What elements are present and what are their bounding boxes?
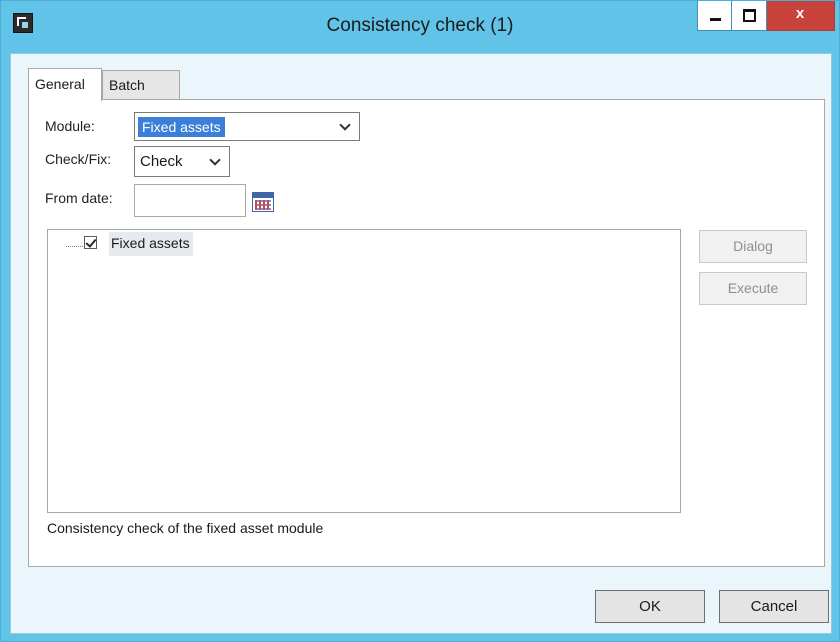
general-tab-panel: Module: Fixed assets Check/Fix: Check Fr… [28, 99, 825, 567]
minimize-button[interactable] [697, 1, 732, 31]
dialog-button[interactable]: Dialog [699, 230, 807, 263]
ok-button[interactable]: OK [595, 590, 705, 623]
close-button[interactable]: x [767, 1, 835, 31]
chevron-down-icon [209, 154, 221, 166]
dialog-client-area: General Batch Module: Fixed assets Check… [10, 53, 832, 634]
module-description: Consistency check of the fixed asset mod… [47, 520, 324, 536]
close-icon: x [795, 5, 805, 22]
module-selected-value: Fixed assets [138, 117, 225, 137]
module-tree[interactable]: Fixed assets [47, 229, 681, 513]
tree-connector-line [66, 246, 83, 247]
minimize-icon [710, 18, 721, 21]
tree-item-label[interactable]: Fixed assets [109, 232, 193, 256]
maximize-icon [743, 9, 756, 22]
checkfix-label: Check/Fix: [45, 151, 112, 167]
tab-general[interactable]: General [28, 68, 102, 101]
fromdate-label: From date: [45, 190, 113, 206]
tree-item-checkbox[interactable] [84, 236, 97, 249]
module-label: Module: [45, 118, 95, 134]
module-dropdown[interactable]: Fixed assets [134, 112, 360, 141]
title-bar[interactable]: Consistency check (1) x [1, 1, 839, 53]
tab-batch[interactable]: Batch [102, 70, 180, 99]
execute-button[interactable]: Execute [699, 272, 807, 305]
checkfix-dropdown[interactable]: Check [134, 146, 230, 177]
consistency-check-window: Consistency check (1) x General Batch Mo… [0, 0, 840, 642]
fromdate-input[interactable] [134, 184, 246, 217]
checkfix-selected-value: Check [140, 153, 183, 170]
cancel-button[interactable]: Cancel [719, 590, 829, 623]
maximize-button[interactable] [732, 1, 767, 31]
chevron-down-icon [339, 119, 351, 131]
calendar-icon[interactable] [252, 192, 274, 212]
